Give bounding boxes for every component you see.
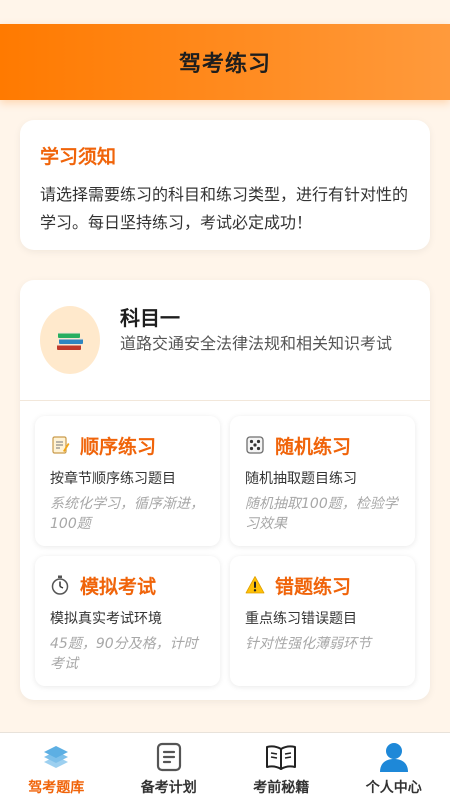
mode-subtitle: 随机抽取题目练习	[245, 468, 400, 488]
study-notice-card: 学习须知 请选择需要练习的科目和练习类型，进行有针对性的学习。每日坚持练习，考试…	[20, 120, 430, 250]
mode-title: 错题练习	[275, 572, 351, 599]
open-book-icon	[265, 741, 297, 773]
app-header: 驾考练习	[0, 24, 450, 100]
subject-header[interactable]: 科目一 道路交通安全法律法规和相关知识考试	[20, 280, 430, 401]
mode-note: 系统化学习，循序渐进，100题	[50, 494, 205, 534]
practice-mode-grid: 顺序练习 按章节顺序练习题目 系统化学习，循序渐进，100题 随机练习	[35, 416, 415, 686]
mode-title: 随机练习	[275, 432, 351, 459]
mode-subtitle: 重点练习错误题目	[245, 608, 400, 628]
person-icon	[378, 741, 410, 773]
mode-title: 模拟考试	[80, 572, 156, 599]
question-bank-icon	[40, 741, 72, 773]
plan-icon	[153, 741, 185, 773]
tab-exam-tips[interactable]: 考前秘籍	[225, 733, 338, 801]
tab-label: 备考计划	[141, 777, 197, 797]
mode-subtitle: 模拟真实考试环境	[50, 608, 205, 628]
memo-icon	[50, 435, 70, 455]
mode-wrong-questions[interactable]: 错题练习 重点练习错误题目 针对性强化薄弱环节	[230, 556, 415, 686]
mode-mock-exam[interactable]: 模拟考试 模拟真实考试环境 45题，90分及格，计时考试	[35, 556, 220, 686]
notice-title: 学习须知	[40, 142, 410, 169]
tab-profile[interactable]: 个人中心	[338, 733, 450, 801]
notice-text: 请选择需要练习的科目和练习类型，进行有针对性的学习。每日坚持练习，考试必定成功！	[40, 181, 410, 237]
mode-note: 45题，90分及格，计时考试	[50, 634, 205, 674]
tab-question-bank[interactable]: 驾考题库	[0, 733, 113, 801]
tab-label: 个人中心	[366, 777, 422, 797]
mode-random-practice[interactable]: 随机练习 随机抽取题目练习 随机抽取100题，检验学习效果	[230, 416, 415, 546]
tab-label: 驾考题库	[28, 777, 84, 797]
mode-title: 顺序练习	[80, 432, 156, 459]
page-title: 驾考练习	[179, 46, 271, 78]
warning-icon	[245, 575, 265, 595]
status-bar	[0, 0, 450, 24]
bottom-tab-bar: 驾考题库 备考计划 考前秘籍	[0, 732, 450, 801]
books-icon	[55, 327, 85, 353]
mode-sequential-practice[interactable]: 顺序练习 按章节顺序练习题目 系统化学习，循序渐进，100题	[35, 416, 220, 546]
stopwatch-icon	[50, 575, 70, 595]
subject-icon-badge	[40, 306, 100, 374]
mode-note: 随机抽取100题，检验学习效果	[245, 494, 400, 534]
dice-icon	[245, 435, 265, 455]
subject-name: 科目一	[120, 302, 180, 331]
tab-study-plan[interactable]: 备考计划	[113, 733, 226, 801]
tab-label: 考前秘籍	[253, 777, 309, 797]
mode-subtitle: 按章节顺序练习题目	[50, 468, 205, 488]
subject-description: 道路交通安全法律法规和相关知识考试	[120, 332, 410, 356]
mode-note: 针对性强化薄弱环节	[245, 634, 400, 654]
subject-card: 科目一 道路交通安全法律法规和相关知识考试 顺序练习 按章节顺序练习题目 系统化…	[20, 280, 430, 700]
